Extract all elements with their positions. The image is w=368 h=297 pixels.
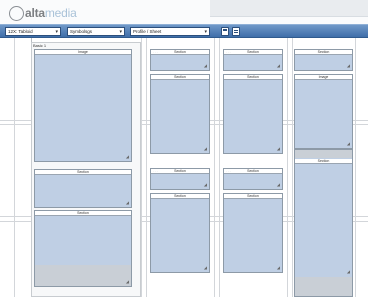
panel-title: Section (174, 169, 186, 173)
profile-dropdown[interactable]: Profile / Sheet ▾ (130, 27, 210, 36)
layout-panel[interactable]: Section ◢ (34, 169, 132, 208)
panel-header: Image (35, 50, 131, 55)
resize-handle-icon[interactable]: ◢ (277, 266, 280, 270)
panel-title: Section (247, 50, 259, 54)
layout-panel[interactable]: · · · Section ◢ (150, 49, 210, 71)
resize-handle-icon[interactable]: ◢ (347, 64, 350, 68)
page-size-dropdown-label: 12X: Tabloid (8, 29, 33, 34)
layout-panel[interactable]: Section ◢ (34, 210, 132, 287)
panel-header: Image (295, 75, 352, 80)
resize-handle-icon[interactable]: ◢ (204, 266, 207, 270)
chevron-down-icon: ▾ (55, 29, 58, 35)
panel-header: · · · Section (151, 169, 209, 174)
page-size-dropdown[interactable]: 12X: Tabloid ▾ (5, 27, 61, 36)
style-dropdown[interactable]: Symbolsgs ▾ (67, 27, 125, 36)
panel-header: Section (224, 75, 282, 80)
resize-handle-icon[interactable]: ◢ (204, 64, 207, 68)
layout-panel[interactable]: Section ◢ (150, 193, 210, 273)
resize-handle-icon[interactable]: ◢ (126, 280, 129, 284)
layout-panel[interactable]: Image ◢ (34, 49, 132, 162)
chevron-down-icon: ▾ (119, 29, 122, 35)
save-icon[interactable] (221, 27, 229, 36)
panel-header: Section (35, 211, 131, 216)
app-header: alta media (0, 0, 368, 24)
panel-gap (295, 150, 352, 158)
grid-line (14, 38, 15, 297)
panel-header: Section (224, 194, 282, 199)
panel-header: · · · Section (224, 50, 282, 55)
style-dropdown-label: Symbolsgs (70, 29, 93, 34)
resize-handle-icon[interactable]: ◢ (204, 147, 207, 151)
resize-handle-icon[interactable]: ◢ (204, 183, 207, 187)
chevron-down-icon: ▾ (204, 29, 207, 35)
page-label: Basic 1 (33, 43, 47, 48)
layout-panel[interactable]: · · · Section ◢ (150, 168, 210, 190)
layout-panel[interactable]: Section ◢ (294, 149, 353, 297)
layout-panel[interactable]: Section ◢ (223, 74, 283, 154)
layout-panel[interactable]: Section ◢ (150, 74, 210, 154)
grid-line (146, 38, 147, 297)
document-icon[interactable] (232, 27, 240, 36)
layout-panel[interactable]: Image ◢ (294, 74, 353, 149)
panel-header: Section (35, 170, 131, 175)
panel-header: · · · Section (224, 169, 282, 174)
app-logo: alta media (9, 4, 77, 22)
profile-dropdown-label: Profile / Sheet (133, 29, 162, 34)
panel-footer (295, 277, 352, 296)
resize-handle-icon[interactable]: ◢ (277, 183, 280, 187)
grid-line (292, 38, 293, 297)
panel-footer (35, 265, 131, 286)
grid-line (219, 38, 220, 297)
panel-header: Section (151, 75, 209, 80)
resize-handle-icon[interactable]: ◢ (347, 142, 350, 146)
resize-handle-icon[interactable]: ◢ (126, 155, 129, 159)
panel-header: · · · Section (151, 50, 209, 55)
panel-header: Section (151, 194, 209, 199)
layout-panel[interactable]: Section ◢ (223, 193, 283, 273)
toolbar: 12X: Tabloid ▾ Symbolsgs ▾ Profile / She… (0, 24, 368, 38)
resize-handle-icon[interactable]: ◢ (126, 201, 129, 205)
panel-title: Section (247, 169, 259, 173)
resize-handle-icon[interactable]: ◢ (277, 64, 280, 68)
logo-text-part1: alta (25, 6, 45, 20)
layout-canvas[interactable]: Basic 1 Image ◢ Section ◢ Section ◢ · · … (0, 38, 368, 297)
logo-text-part2: media (44, 6, 77, 20)
header-strip (210, 0, 368, 17)
resize-handle-icon[interactable]: ◢ (347, 270, 350, 274)
panel-header: Section (295, 50, 352, 55)
layout-panel[interactable]: · · · Section ◢ (223, 49, 283, 71)
logo-mark-icon (9, 5, 24, 21)
grid-line (355, 38, 356, 297)
resize-handle-icon[interactable]: ◢ (277, 147, 280, 151)
grid-line (287, 38, 288, 297)
grid-line (141, 38, 142, 297)
layout-panel[interactable]: · · · Section ◢ (223, 168, 283, 190)
grid-line (214, 38, 215, 297)
panel-header: Section (295, 159, 352, 164)
layout-panel[interactable]: Section ◢ (294, 49, 353, 71)
panel-title: Section (174, 50, 186, 54)
